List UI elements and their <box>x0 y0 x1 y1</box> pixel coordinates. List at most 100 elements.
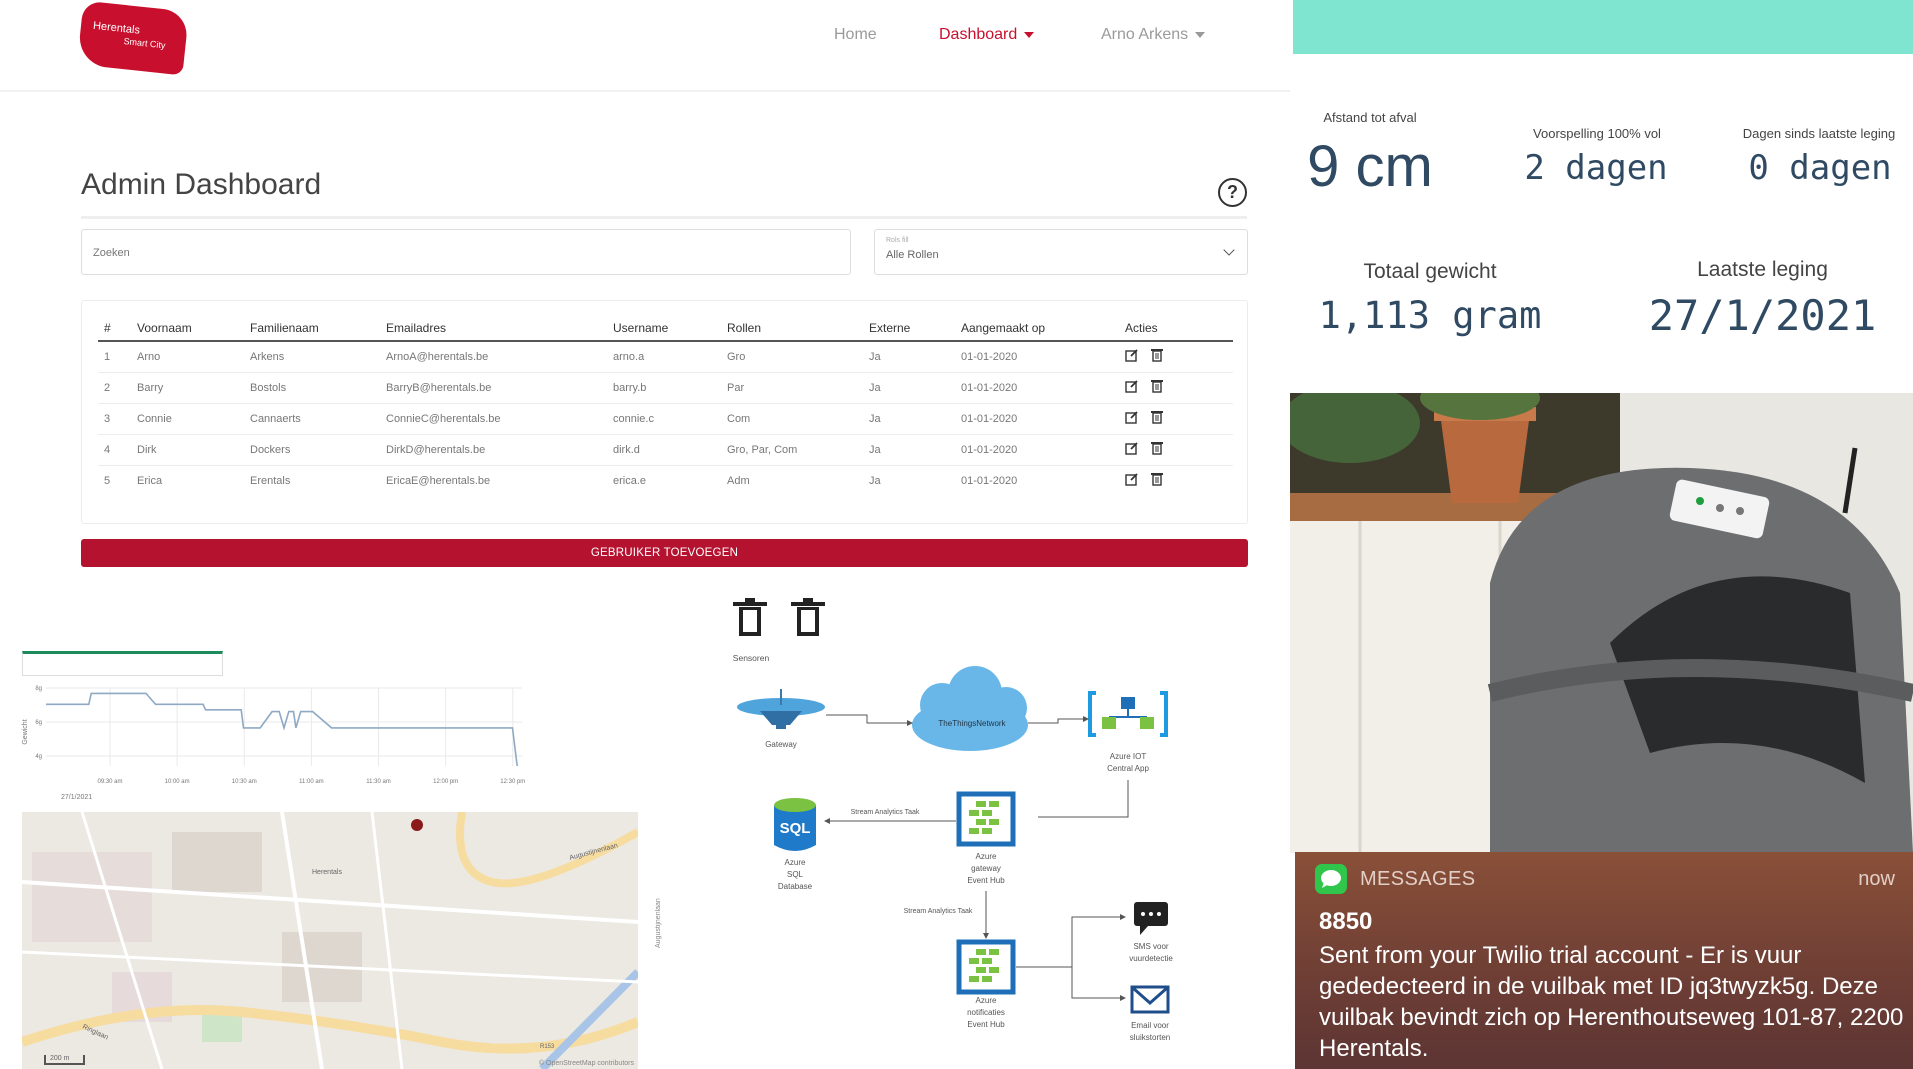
gateway-hub-label-2: gateway <box>971 864 1001 873</box>
table-row: 5 Erica Erentals EricaE@herentals.be erica.e… <box>98 465 1233 496</box>
cell-username: erica.e <box>613 474 647 487</box>
trash-icon[interactable] <box>1151 410 1163 427</box>
cell-username: barry.b <box>607 372 721 404</box>
notif-hub-label-2: notificaties <box>967 1008 1005 1017</box>
chart-x-tick: 12:30 pm <box>500 779 525 785</box>
gateway-hub-label-1: Azure <box>976 852 997 861</box>
sms-notification[interactable]: MESSAGES now 8850 Sent from your Twilio … <box>1295 852 1913 1069</box>
edit-icon[interactable] <box>1125 379 1139 396</box>
days-since-label: Dagen sinds laatste leging <box>1742 126 1896 141</box>
nav-user-label: Arno Arkens <box>1101 26 1189 43</box>
chart-tab[interactable] <box>22 651 223 676</box>
forecast-label: Voorspelling 100% vol <box>1533 126 1661 141</box>
metrics-header-bar <box>1293 0 1913 54</box>
cell-acties <box>1119 434 1233 466</box>
cell-acties <box>1119 403 1233 435</box>
chart-date-label: 27/1/2021 <box>61 794 92 801</box>
nav-dashboard-label: Dashboard <box>939 26 1018 43</box>
smart-bin-illustration <box>1290 393 1913 853</box>
trash-icon[interactable] <box>1151 379 1163 396</box>
cell-emailadres: ConnieC@herentals.be <box>380 403 607 435</box>
cloud-icon <box>912 666 1028 751</box>
sql-badge: SQL <box>780 820 811 837</box>
iot-label-1: Azure IOT <box>1110 752 1147 761</box>
title-divider <box>81 216 1247 219</box>
chevron-down-icon <box>1024 31 1035 38</box>
cell-acties <box>1119 341 1233 373</box>
location-marker-icon[interactable] <box>411 819 423 831</box>
cell-externe: Ja <box>863 372 955 404</box>
user-table-card: # Voornaam Familienaam Emailadres Userna… <box>81 300 1248 524</box>
nav-user-dropdown[interactable]: Arno Arkens <box>1101 26 1206 44</box>
map-scale: 200 m <box>44 1055 86 1065</box>
nav-home-link[interactable]: Home <box>834 26 877 44</box>
map-attribution[interactable]: © OpenStreetMap contributors <box>539 1060 634 1067</box>
chevron-down-icon <box>1195 31 1206 38</box>
sql-database-icon: SQL <box>774 798 816 851</box>
cell-rollen: Com <box>721 403 863 435</box>
trash-icon[interactable] <box>1151 348 1163 365</box>
notification-sender: 8850 <box>1319 908 1373 935</box>
cell-emailadres: DirkD@herentals.be <box>380 434 607 466</box>
chart-x-tick: 09:30 am <box>97 779 122 785</box>
col-header-username: Username <box>607 315 721 342</box>
forecast-value: 2 dagen <box>1524 148 1668 188</box>
cell-aangemaakt: 01-01-2020 <box>955 372 1119 404</box>
location-map[interactable]: Herentals Augustijnenlaan Ringlaan Augus… <box>22 812 638 1069</box>
architecture-diagram: Sensoren Gateway TheThingsNetwork Azure … <box>733 598 1173 1042</box>
chart-y-axis-label: Gewicht <box>22 719 29 744</box>
cell-aangemaakt: 01-01-2020 <box>955 403 1119 435</box>
edit-icon[interactable] <box>1125 472 1139 489</box>
email-label-2: sluikstorten <box>1130 1033 1170 1042</box>
last-emptied-value: 27/1/2021 <box>1648 291 1877 340</box>
trash-icon[interactable] <box>1151 472 1163 489</box>
cell-username: arno.a <box>607 341 721 373</box>
chart-x-tick: 10:00 am <box>165 779 190 785</box>
herentals-logo[interactable]: Herentals Smart City <box>76 0 190 76</box>
notification-app-name: MESSAGES <box>1360 868 1476 890</box>
cell-rollen: Gro, Par, Com <box>721 434 863 466</box>
role-filter-select[interactable]: Rols fill Alle Rollen <box>874 229 1248 275</box>
cell-voornaam: Barry <box>131 372 244 404</box>
map-streets: Herentals Augustijnenlaan Ringlaan Augus… <box>22 812 638 1069</box>
cell-voornaam: Erica <box>137 474 163 487</box>
user-table: # Voornaam Familienaam Emailadres Userna… <box>98 315 1233 496</box>
cell-username: connie.c <box>607 403 721 435</box>
map-label-herentals: Herentals <box>312 869 342 876</box>
edit-icon[interactable] <box>1125 410 1139 427</box>
page-title: Admin Dashboard <box>81 168 322 201</box>
chart-y-tick: 4g <box>35 754 42 760</box>
cell-voornaam: Arno <box>131 341 244 373</box>
add-user-button[interactable]: GEBRUIKER TOEVOEGEN <box>81 539 1248 567</box>
help-icon[interactable]: ? <box>1218 178 1247 207</box>
cell-number: 1 <box>98 341 131 373</box>
edit-icon[interactable] <box>1125 441 1139 458</box>
cell-number: 3 <box>98 403 131 435</box>
cell-familienaam: Cannaerts <box>244 403 380 435</box>
map-side-street-label: Augustijnenlaan <box>655 898 662 948</box>
trash-icon[interactable] <box>1151 441 1163 458</box>
chart-x-tick: 12:00 pm <box>433 779 458 785</box>
cell-externe: Ja <box>863 403 955 435</box>
cell-externe: Ja <box>863 434 955 466</box>
col-header-number: # <box>98 315 131 342</box>
cell-number: 5 <box>104 474 111 487</box>
sql-label-2: SQL <box>787 870 804 879</box>
col-header-rollen: Rollen <box>721 315 863 342</box>
nav-dashboard-dropdown[interactable]: Dashboard <box>939 26 1035 44</box>
chart-x-tick: 11:00 am <box>299 779 324 785</box>
cell-rollen: Par <box>721 372 863 404</box>
event-hub-icon <box>956 939 1016 995</box>
cell-acties <box>1119 465 1233 496</box>
chart-y-tick: 8g <box>35 686 42 692</box>
days-since-value: 0 dagen <box>1748 148 1892 188</box>
search-input[interactable]: Zoeken <box>81 229 851 275</box>
col-header-aangemaakt: Aangemaakt op <box>955 315 1119 342</box>
edit-icon[interactable] <box>1125 348 1139 365</box>
cell-externe: Ja <box>863 341 955 373</box>
role-filter-value: Alle Rollen <box>886 249 939 261</box>
cell-emailadres: ArnoA@herentals.be <box>380 341 607 373</box>
notif-hub-label-1: Azure <box>976 996 997 1005</box>
table-header-row: # Voornaam Familienaam Emailadres Userna… <box>98 315 1233 342</box>
weight-line-chart: 8g 6g 4g 09:30 am 10:00 am 10:30 am 11:00 am 1… <box>22 686 525 801</box>
